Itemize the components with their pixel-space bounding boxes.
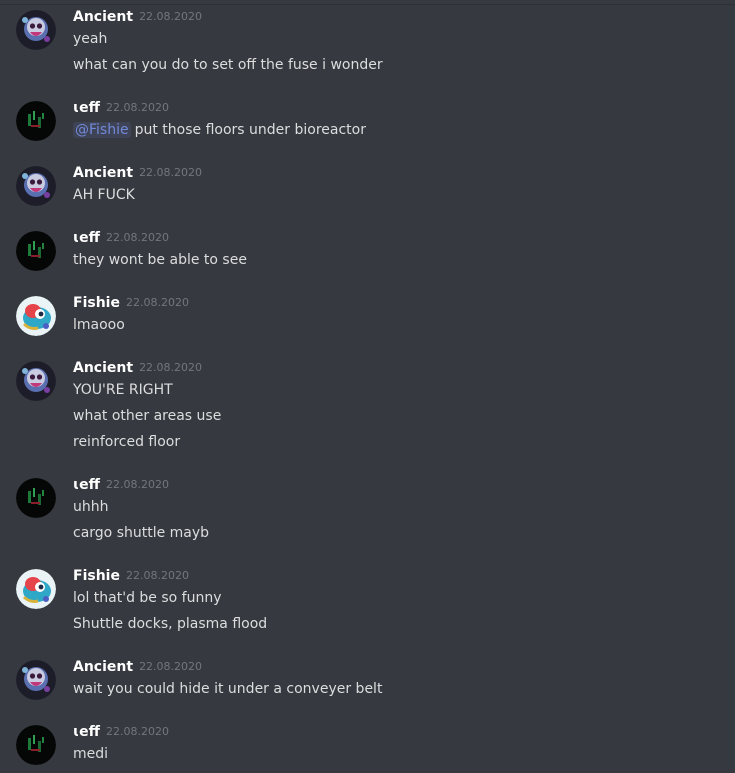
message-content: yeah — [73, 31, 108, 47]
message-text: uhhh — [73, 497, 109, 517]
message-text: what other areas use — [73, 406, 221, 426]
message-text: lmaooo — [73, 315, 125, 335]
message-text: what can you do to set off the fuse i wo… — [73, 55, 383, 75]
message-text: medi — [73, 744, 108, 764]
timestamp[interactable]: 22.08.2020 — [139, 660, 202, 673]
message-text: wait you could hide it under a conveyer … — [73, 679, 382, 699]
message-content: uhhh — [73, 499, 109, 515]
message-header: Fishie 22.08.2020 — [73, 292, 189, 312]
skull-purple-avatar[interactable] — [16, 660, 56, 700]
timestamp[interactable]: 22.08.2020 — [139, 361, 202, 374]
username[interactable]: Fishie — [73, 295, 120, 311]
message-text: Shuttle docks, plasma flood — [73, 614, 267, 634]
message-text: AH FUCK — [73, 185, 135, 205]
message-content: Shuttle docks, plasma flood — [73, 616, 268, 632]
message-text: YOU'RE RIGHT — [73, 380, 173, 400]
timestamp[interactable]: 22.08.2020 — [139, 166, 202, 179]
chat-message-list: Ancient 22.08.2020 yeah what can you do to … — [0, 0, 735, 773]
timestamp[interactable]: 22.08.2020 — [106, 478, 169, 491]
message-content: AH FUCK — [73, 187, 135, 203]
timestamp[interactable]: 22.08.2020 — [106, 101, 169, 114]
username[interactable]: ɩeff — [73, 724, 100, 740]
message-header: Fishie 22.08.2020 — [73, 565, 189, 585]
message-header: ɩeff 22.08.2020 — [73, 474, 169, 494]
dark-green-avatar[interactable] — [16, 478, 56, 518]
user-mention[interactable]: @Fishie — [73, 122, 131, 138]
message-text: they wont be able to see — [73, 250, 247, 270]
message-content: lmaooo — [73, 317, 125, 333]
timestamp[interactable]: 22.08.2020 — [106, 231, 169, 244]
timestamp[interactable]: 22.08.2020 — [126, 296, 189, 309]
message-header: Ancient 22.08.2020 — [73, 162, 202, 182]
dark-green-avatar[interactable] — [16, 725, 56, 765]
message-content: what can you do to set off the fuse i wo… — [73, 57, 383, 73]
fish-colorful-avatar[interactable] — [16, 569, 56, 609]
message-text: lol that'd be so funny — [73, 588, 222, 608]
message-text: cargo shuttle mayb — [73, 523, 209, 543]
top-divider — [0, 4, 735, 5]
message-content: wait you could hide it under a conveyer … — [73, 681, 383, 697]
message-content: what other areas use — [73, 408, 222, 424]
skull-purple-avatar[interactable] — [16, 166, 56, 206]
message-header: ɩeff 22.08.2020 — [73, 227, 169, 247]
dark-green-avatar[interactable] — [16, 101, 56, 141]
username[interactable]: Fishie — [73, 568, 120, 584]
username[interactable]: ɩeff — [73, 230, 100, 246]
message-content: cargo shuttle mayb — [73, 525, 210, 541]
skull-purple-avatar[interactable] — [16, 10, 56, 50]
message-content: reinforced floor — [73, 434, 181, 450]
message-header: Ancient 22.08.2020 — [73, 6, 202, 26]
username[interactable]: Ancient — [73, 165, 133, 181]
timestamp[interactable]: 22.08.2020 — [126, 569, 189, 582]
username[interactable]: ɩeff — [73, 477, 100, 493]
username[interactable]: Ancient — [73, 9, 133, 25]
username[interactable]: ɩeff — [73, 100, 100, 116]
username[interactable]: Ancient — [73, 659, 133, 675]
message-content: put those floors under bioreactor — [134, 122, 366, 138]
message-text: @Fishie put those floors under bioreactor — [73, 120, 366, 140]
message-header: Ancient 22.08.2020 — [73, 357, 202, 377]
message-content: lol that'd be so funny — [73, 590, 222, 606]
fish-colorful-avatar[interactable] — [16, 296, 56, 336]
message-content: medi — [73, 746, 109, 762]
message-content: YOU'RE RIGHT — [73, 382, 173, 398]
username[interactable]: Ancient — [73, 360, 133, 376]
message-header: Ancient 22.08.2020 — [73, 656, 202, 676]
message-text: yeah — [73, 29, 107, 49]
timestamp[interactable]: 22.08.2020 — [139, 10, 202, 23]
message-header: ɩeff 22.08.2020 — [73, 97, 169, 117]
message-text: reinforced floor — [73, 432, 180, 452]
message-header: ɩeff 22.08.2020 — [73, 721, 169, 741]
skull-purple-avatar[interactable] — [16, 361, 56, 401]
timestamp[interactable]: 22.08.2020 — [106, 725, 169, 738]
dark-green-avatar[interactable] — [16, 231, 56, 271]
message-content: they wont be able to see — [73, 252, 247, 268]
